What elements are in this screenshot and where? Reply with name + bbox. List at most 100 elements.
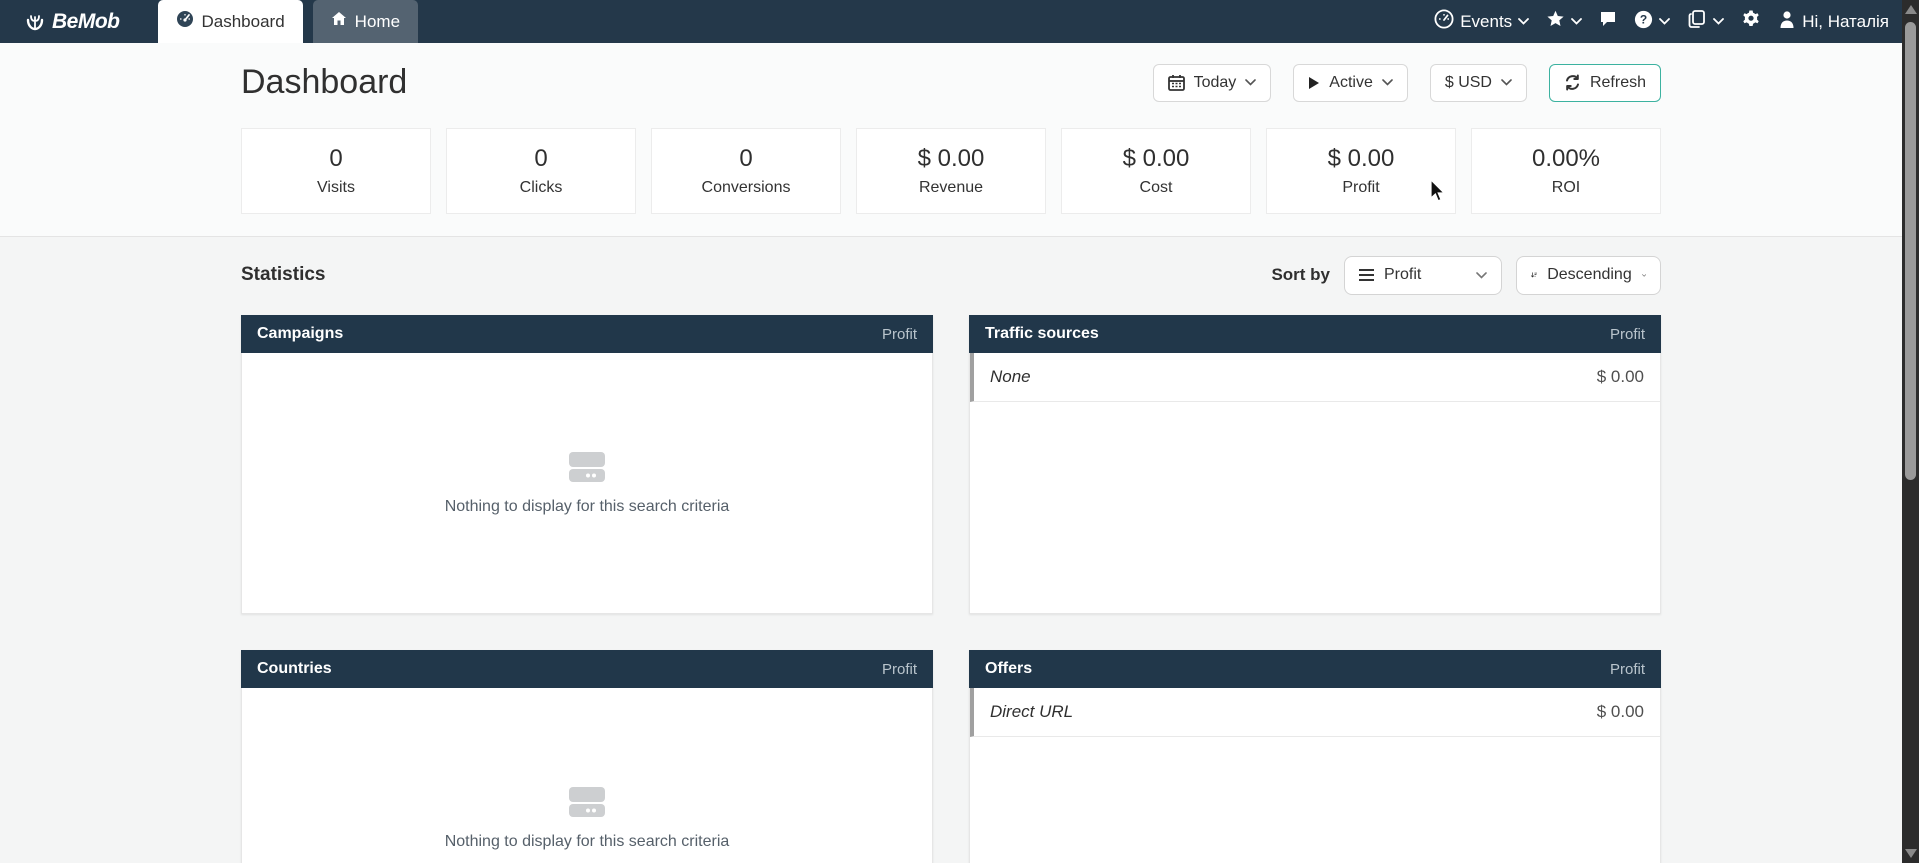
- card-cost: $ 0.00 Cost: [1061, 128, 1251, 214]
- bemob-logo-icon: [24, 11, 46, 33]
- home-icon: [331, 11, 347, 32]
- panel-countries-body: Nothing to display for this search crite…: [241, 688, 933, 863]
- tab-dashboard-label: Dashboard: [202, 12, 285, 32]
- panel-campaigns-header: Campaigns Profit: [241, 315, 933, 353]
- card-value: $ 0.00: [1123, 145, 1190, 173]
- sort-descending-icon: [1531, 268, 1537, 282]
- panel-title: Campaigns: [257, 325, 343, 343]
- panel-offers: Offers Profit Direct URL $ 0.00: [969, 650, 1661, 863]
- summary-cards: 0 Visits 0 Clicks 0 Conversions $ 0.00 R…: [241, 128, 1661, 214]
- card-value: 0: [534, 145, 547, 173]
- card-label: Revenue: [919, 179, 983, 197]
- play-icon: [1308, 76, 1320, 90]
- scroll-down-arrow-icon[interactable]: [1905, 849, 1917, 858]
- chat-bubble-icon: [1599, 10, 1617, 33]
- events-menu[interactable]: Events: [1434, 9, 1529, 34]
- scrollbar-thumb[interactable]: [1905, 22, 1916, 480]
- panel-campaigns: Campaigns Profit Nothing to display for …: [241, 315, 933, 614]
- tab-home-label: Home: [355, 12, 400, 32]
- panel-countries-header: Countries Profit: [241, 650, 933, 688]
- card-value: $ 0.00: [1328, 145, 1395, 173]
- favorites-menu[interactable]: [1546, 10, 1582, 33]
- chevron-down-icon: [1245, 79, 1256, 86]
- star-icon: [1546, 10, 1565, 33]
- panel-traffic-sources: Traffic sources Profit None $ 0.00: [969, 315, 1661, 614]
- bemob-logo-text: BeMob: [52, 10, 120, 34]
- tab-home[interactable]: Home: [313, 0, 418, 43]
- row-name: Direct URL: [990, 702, 1073, 722]
- panel-offers-body: Direct URL $ 0.00: [969, 688, 1661, 863]
- chevron-down-icon: [1571, 18, 1582, 25]
- resources-menu[interactable]: [1687, 9, 1724, 34]
- documents-stack-icon: [1687, 9, 1707, 34]
- help-icon: ?: [1634, 10, 1653, 34]
- status-filter-button[interactable]: Active: [1293, 64, 1408, 102]
- empty-state-text: Nothing to display for this search crite…: [445, 498, 730, 516]
- header-section: Dashboard Today Active: [0, 43, 1902, 237]
- card-label: Cost: [1140, 179, 1173, 197]
- card-visits: 0 Visits: [241, 128, 431, 214]
- sort-field-value: Profit: [1384, 266, 1421, 284]
- svg-text:?: ?: [1640, 12, 1647, 26]
- card-value: 0: [329, 145, 342, 173]
- toolbar: Today Active $ USD: [1153, 64, 1661, 102]
- empty-state-text: Nothing to display for this search crite…: [445, 833, 730, 851]
- currency-button[interactable]: $ USD: [1430, 64, 1527, 102]
- row-value: $ 0.00: [1597, 702, 1644, 722]
- currency-label: $ USD: [1445, 74, 1492, 92]
- refresh-icon: [1564, 74, 1581, 91]
- statistics-panels: Campaigns Profit Nothing to display for …: [241, 315, 1661, 863]
- card-label: Profit: [1342, 179, 1379, 197]
- settings-button[interactable]: [1741, 9, 1761, 34]
- sort-field-select[interactable]: Profit: [1344, 256, 1502, 295]
- sort-by-label: Sort by: [1271, 265, 1330, 285]
- row-name: None: [990, 367, 1031, 387]
- topbar-actions: Events ?: [1434, 0, 1919, 43]
- panel-offers-header: Offers Profit: [969, 650, 1661, 688]
- calendar-icon: [1168, 74, 1185, 91]
- panel-metric-label: Profit: [1610, 661, 1645, 678]
- server-stack-icon: [567, 450, 607, 486]
- panel-traffic-sources-body: None $ 0.00: [969, 353, 1661, 614]
- page-title: Dashboard: [241, 63, 407, 102]
- card-label: Visits: [317, 179, 355, 197]
- user-icon: [1778, 10, 1796, 34]
- help-menu[interactable]: ?: [1634, 10, 1670, 34]
- panel-countries: Countries Profit Nothing to display for …: [241, 650, 933, 863]
- panel-metric-label: Profit: [882, 326, 917, 343]
- card-conversions: 0 Conversions: [651, 128, 841, 214]
- empty-state: Nothing to display for this search crite…: [242, 353, 932, 613]
- gear-icon: [1741, 9, 1761, 34]
- chevron-down-icon: [1476, 272, 1487, 279]
- chevron-down-icon: [1642, 272, 1646, 279]
- date-range-label: Today: [1194, 74, 1237, 92]
- chevron-down-icon: [1659, 18, 1670, 25]
- topbar: BeMob Dashboard Home: [0, 0, 1919, 43]
- sort-order-value: Descending: [1547, 266, 1632, 284]
- panel-title: Offers: [985, 660, 1032, 678]
- card-value: $ 0.00: [918, 145, 985, 173]
- date-range-button[interactable]: Today: [1153, 64, 1272, 102]
- user-menu[interactable]: Hi, Наталія: [1778, 10, 1889, 34]
- panel-title: Countries: [257, 660, 332, 678]
- table-row[interactable]: Direct URL $ 0.00: [970, 688, 1660, 737]
- vertical-scrollbar[interactable]: [1902, 0, 1919, 863]
- card-label: ROI: [1552, 179, 1580, 197]
- card-label: Conversions: [702, 179, 791, 197]
- sort-controls: Sort by Profit Descending: [1271, 256, 1661, 295]
- events-label: Events: [1460, 12, 1512, 32]
- scroll-up-arrow-icon[interactable]: [1905, 5, 1917, 14]
- panel-traffic-sources-header: Traffic sources Profit: [969, 315, 1661, 353]
- status-filter-label: Active: [1329, 74, 1373, 92]
- chevron-down-icon: [1518, 18, 1529, 25]
- chat-button[interactable]: [1599, 10, 1617, 33]
- bemob-logo[interactable]: BeMob: [24, 0, 120, 43]
- tab-dashboard[interactable]: Dashboard: [158, 0, 303, 43]
- user-greeting: Hi, Наталія: [1802, 12, 1889, 32]
- table-row[interactable]: None $ 0.00: [970, 353, 1660, 402]
- chevron-down-icon: [1501, 79, 1512, 86]
- row-value: $ 0.00: [1597, 367, 1644, 387]
- sort-order-select[interactable]: Descending: [1516, 256, 1661, 295]
- server-stack-icon: [567, 785, 607, 821]
- refresh-button[interactable]: Refresh: [1549, 64, 1661, 102]
